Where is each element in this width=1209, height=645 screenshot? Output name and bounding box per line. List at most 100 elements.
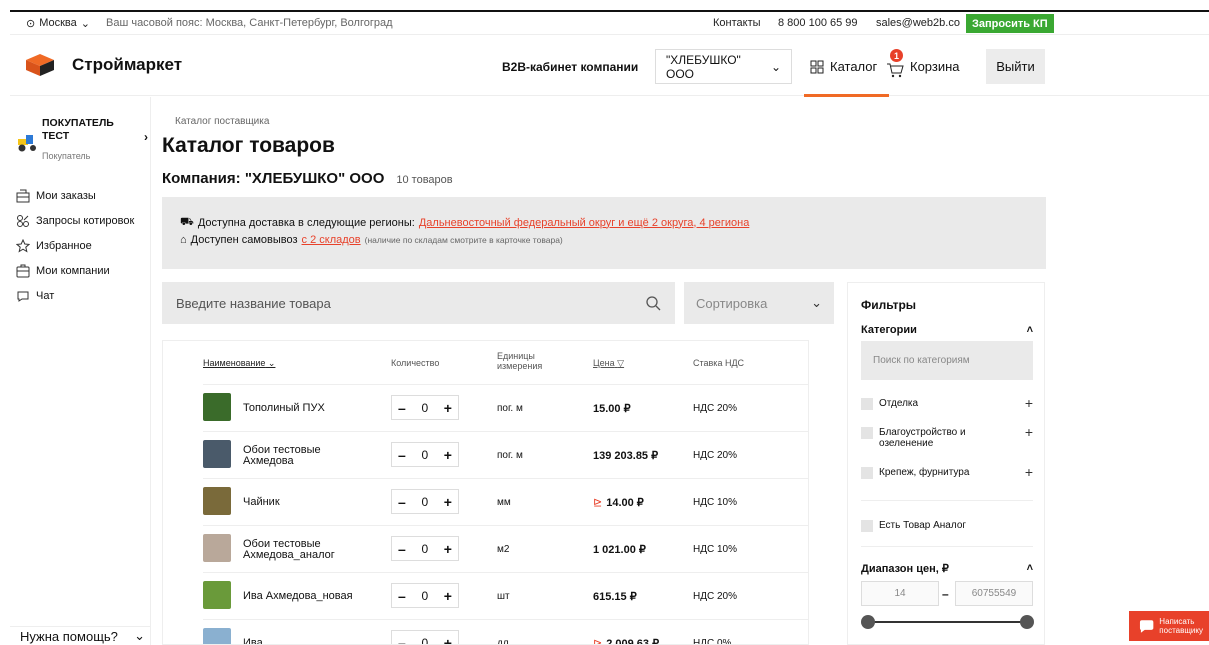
quantity-value[interactable]: 0 (421, 401, 428, 415)
price-slider-max-handle[interactable] (1020, 615, 1034, 629)
table-row[interactable]: Тополиный ПУХ – 0 + пог. м 15.00 ₽ НДС 20% (203, 384, 808, 431)
quantity-value[interactable]: 0 (421, 636, 428, 645)
quotes-icon (17, 214, 29, 227)
vat-cell: НДС 0% (693, 638, 732, 645)
warehouse-icon: ⌂ (180, 233, 187, 246)
header: Строймаркет B2B-кабинет компании "ХЛЕБУШ… (10, 36, 1209, 97)
plus-icon[interactable]: + (1025, 465, 1033, 479)
product-thumbnail[interactable] (203, 487, 231, 515)
sidebar-item-favorites[interactable]: Избранное (16, 233, 134, 258)
plus-button[interactable]: + (444, 588, 452, 604)
plus-button[interactable]: + (444, 541, 452, 557)
table-row[interactable]: Обои тестовые Ахмедова_аналог – 0 + м2 1 021.… (203, 525, 808, 572)
table-row[interactable]: Обои тестовые Ахмедова – 0 + пог. м 139 203.8… (203, 431, 808, 478)
quantity-stepper[interactable]: – 0 + (391, 630, 459, 645)
quantity-stepper[interactable]: – 0 + (391, 442, 459, 467)
quantity-stepper[interactable]: – 0 + (391, 489, 459, 514)
help-dropdown[interactable]: Нужна помощь? ⌄ (10, 626, 151, 645)
quantity-stepper[interactable]: – 0 + (391, 583, 459, 608)
checkbox[interactable] (861, 398, 873, 410)
header-price[interactable]: Цена ▽ (593, 358, 624, 369)
checkbox[interactable] (861, 520, 873, 532)
sidebar-item-orders[interactable]: Мои заказы (16, 183, 134, 208)
company-select[interactable]: "ХЛЕБУШКО" ООО ⌄ (655, 49, 792, 84)
quantity-value[interactable]: 0 (421, 448, 428, 462)
delivery-prefix: Доступна доставка в следующие регионы: (197, 216, 415, 229)
write-supplier-button[interactable]: Написать поставщику (1129, 611, 1209, 641)
categories-section-toggle[interactable]: Категории ˄ (861, 324, 1033, 336)
minus-button[interactable]: – (398, 494, 406, 510)
catalog-link[interactable]: Каталог (803, 49, 890, 97)
pickup-warehouses-link[interactable]: с 2 складов (302, 234, 361, 246)
plus-button[interactable]: + (444, 400, 452, 416)
delivery-info: ⛟ Доступна доставка в следующие регионы:… (162, 197, 1046, 269)
quantity-value[interactable]: 0 (421, 542, 428, 556)
quantity-stepper[interactable]: – 0 + (391, 395, 459, 420)
product-search-input[interactable]: Введите название товара (162, 282, 675, 324)
quantity-value[interactable]: 0 (421, 495, 428, 509)
product-thumbnail[interactable] (203, 534, 231, 562)
table-row[interactable]: Чайник – 0 + мм ⊵ 14.00 ₽ НДС 10% (203, 478, 808, 525)
grid-icon (810, 60, 824, 73)
plus-button[interactable]: + (444, 447, 452, 463)
price-range-toggle[interactable]: Диапазон цен, ₽ ˄ (861, 562, 1033, 575)
filter-option[interactable]: Крепеж, фурнитура + (861, 465, 1033, 479)
product-name[interactable]: Ива Ахмедова_новая (243, 573, 373, 620)
checkbox[interactable] (861, 427, 873, 439)
sidebar-item-companies[interactable]: Мои компании (16, 258, 134, 283)
product-name[interactable]: Обои тестовые Ахмедова (243, 432, 373, 479)
price-min-input[interactable]: 14 (861, 581, 939, 606)
email-link[interactable]: sales@web2b.co (876, 17, 960, 29)
header-name[interactable]: Наименование ⌄ (203, 358, 275, 369)
product-thumbnail[interactable] (203, 393, 231, 421)
product-thumbnail[interactable] (203, 440, 231, 468)
chevron-right-icon: › (144, 130, 148, 144)
plus-button[interactable]: + (444, 635, 452, 645)
page-title: Каталог товаров (162, 134, 335, 157)
minus-button[interactable]: – (398, 400, 406, 416)
category-search-input[interactable]: Поиск по категориям (861, 341, 1033, 380)
table-row[interactable]: Ива – 0 + дл ⊵ 2 009.63 ₽ НДС 0% (203, 619, 808, 645)
timezone-text: Ваш часовой пояс: Москва, Санкт-Петербур… (106, 17, 393, 29)
checkbox[interactable] (861, 467, 873, 479)
phone-link[interactable]: 8 800 100 65 99 (778, 17, 858, 29)
product-thumbnail[interactable] (203, 628, 231, 644)
minus-button[interactable]: – (398, 588, 406, 604)
sidebar-item-quotes[interactable]: Запросы котировок (16, 208, 134, 233)
breadcrumb[interactable]: Каталог поставщика (175, 116, 375, 127)
sort-select[interactable]: Сортировка ⌄ (684, 282, 834, 324)
sidebar-item-chat[interactable]: Чат (16, 283, 134, 308)
contacts-link[interactable]: Контакты (713, 17, 761, 29)
price-max-input[interactable]: 60755549 (955, 581, 1033, 606)
plus-icon[interactable]: + (1025, 425, 1033, 439)
categories-title: Категории (861, 324, 917, 336)
minus-button[interactable]: – (398, 635, 406, 645)
minus-button[interactable]: – (398, 447, 406, 463)
city-selector[interactable]: ⊙ Москва ⌄ (26, 17, 90, 30)
filter-option[interactable]: Благоустройство и озеленение + (861, 425, 1033, 449)
price-slider-track[interactable] (868, 621, 1028, 623)
plus-icon[interactable]: + (1025, 396, 1033, 410)
request-quote-button[interactable]: Запросить КП (966, 14, 1054, 33)
quantity-value[interactable]: 0 (421, 589, 428, 603)
price-value: 2 009.63 ₽ (606, 638, 660, 645)
pickup-row: ⌂ Доступен самовывоз с 2 складов (наличи… (180, 231, 1028, 248)
minus-button[interactable]: – (398, 541, 406, 557)
product-name[interactable]: Ива (243, 620, 373, 645)
cart-link[interactable]: 1 Корзина (886, 49, 960, 84)
analog-filter[interactable]: Есть Товар Аналог (861, 520, 1033, 532)
product-name[interactable]: Обои тестовые Ахмедова_аналог (243, 526, 373, 573)
product-thumbnail[interactable] (203, 581, 231, 609)
filters-panel: Фильтры Категории ˄ Поиск по категориям … (847, 282, 1045, 645)
filter-option[interactable]: Отделка + (861, 396, 1033, 410)
product-name[interactable]: Тополиный ПУХ (243, 385, 373, 432)
logo[interactable]: Строймаркет (24, 54, 182, 76)
price-slider-min-handle[interactable] (861, 615, 875, 629)
delivery-regions-link[interactable]: Дальневосточный федеральный округ и ещё … (419, 217, 750, 229)
logout-button[interactable]: Выйти (986, 49, 1045, 84)
plus-button[interactable]: + (444, 494, 452, 510)
quantity-stepper[interactable]: – 0 + (391, 536, 459, 561)
table-row[interactable]: Ива Ахмедова_новая – 0 + шт 615.15 ₽ НДС 20% (203, 572, 808, 619)
product-name[interactable]: Чайник (243, 479, 373, 526)
search-icon[interactable] (645, 295, 661, 311)
